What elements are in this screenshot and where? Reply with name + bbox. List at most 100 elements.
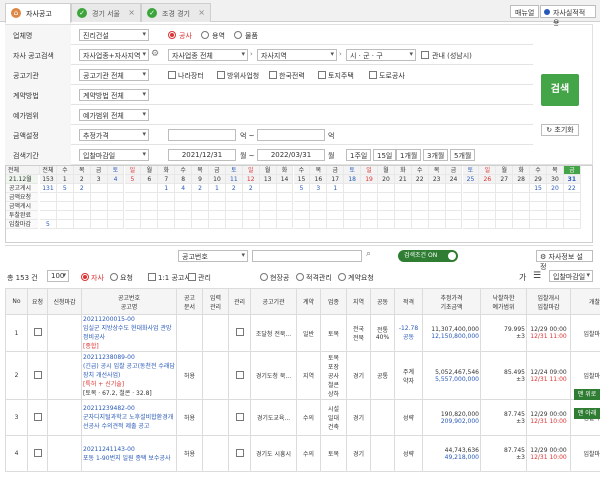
calendar-cell[interactable] — [310, 202, 328, 211]
calendar-cell[interactable] — [225, 220, 243, 229]
calendar-date[interactable]: 7 — [158, 175, 176, 184]
reset-button[interactable]: ↻ 초기화 — [541, 124, 579, 136]
calendar-cell[interactable] — [344, 202, 362, 211]
calendar-cell[interactable] — [107, 193, 125, 202]
calendar-cell[interactable]: 15 — [530, 184, 547, 193]
radio-construction[interactable] — [168, 31, 176, 39]
calendar-cell[interactable] — [361, 211, 378, 220]
row-manage-checkbox[interactable] — [235, 328, 244, 336]
calendar-cell[interactable] — [107, 184, 125, 193]
calendar-cell[interactable] — [479, 193, 497, 202]
calendar-date[interactable]: 26 — [479, 175, 497, 184]
calendar-date[interactable]: 19 — [361, 175, 378, 184]
calendar-cell[interactable] — [563, 202, 581, 211]
calendar-date[interactable]: 27 — [496, 175, 514, 184]
calendar-date[interactable]: 4 — [107, 175, 125, 184]
calendar-cell[interactable] — [394, 202, 412, 211]
period-5month-button[interactable]: 5개월 — [450, 149, 476, 161]
local-checkbox[interactable] — [421, 51, 429, 59]
calendar-cell[interactable] — [547, 211, 564, 220]
calendar-cell[interactable] — [462, 202, 480, 211]
calendar-cell[interactable] — [175, 211, 193, 220]
calendar-cell[interactable] — [192, 220, 209, 229]
calendar-cell[interactable] — [496, 211, 514, 220]
calendar-cell[interactable] — [361, 193, 378, 202]
calendar-cell[interactable] — [411, 220, 429, 229]
calendar-date[interactable]: 153 — [40, 175, 57, 184]
calendar-cell[interactable] — [394, 211, 412, 220]
calendar-cell[interactable] — [276, 193, 294, 202]
calendar-cell[interactable]: 22 — [563, 184, 581, 193]
calendar-cell[interactable] — [445, 193, 463, 202]
notice-title-link[interactable]: 임실군 지방상수도 현대화사업 관망정비공사 — [83, 323, 175, 341]
calendar-cell[interactable] — [276, 202, 294, 211]
calendar-cell[interactable] — [242, 202, 260, 211]
calendar-cell[interactable] — [513, 211, 531, 220]
radio-service[interactable] — [201, 31, 209, 39]
calendar-row-total[interactable]: 5 — [40, 220, 57, 229]
calendar-date[interactable]: 3 — [90, 175, 108, 184]
gear-icon[interactable]: ⚙ — [151, 49, 159, 59]
agency-check[interactable] — [269, 71, 277, 79]
calendar-cell[interactable] — [547, 193, 564, 202]
calendar-cell[interactable] — [445, 202, 463, 211]
calendar-cell[interactable] — [225, 202, 243, 211]
performance-button[interactable]: 자사실적적용 — [540, 5, 596, 27]
calendar-cell[interactable] — [462, 211, 480, 220]
calendar-cell[interactable] — [513, 184, 531, 193]
calendar-row-total[interactable]: 131 — [40, 184, 57, 193]
calendar-cell[interactable] — [175, 193, 193, 202]
row-manage-checkbox[interactable] — [235, 448, 244, 457]
company-info-settings-button[interactable]: ⚙ 자사정보 설정 — [536, 250, 593, 271]
radio-site[interactable] — [260, 273, 268, 281]
calendar-cell[interactable] — [158, 211, 176, 220]
calendar-cell[interactable] — [259, 193, 277, 202]
calendar-cell[interactable] — [327, 211, 345, 220]
calendar-cell[interactable] — [344, 193, 362, 202]
calendar-cell[interactable] — [107, 211, 125, 220]
calendar-cell[interactable] — [242, 193, 260, 202]
calendar-cell[interactable] — [445, 211, 463, 220]
calendar-cell[interactable] — [158, 193, 176, 202]
search-condition-toggle[interactable]: 검색조건 ON — [398, 250, 458, 262]
calendar-cell[interactable] — [428, 202, 446, 211]
calendar-cell[interactable] — [428, 193, 446, 202]
district-select[interactable]: 시 · 군 · 구 — [346, 49, 416, 61]
calendar-cell[interactable] — [73, 202, 91, 211]
calendar-cell[interactable] — [209, 220, 226, 229]
calendar-cell[interactable] — [107, 202, 125, 211]
period-15day-button[interactable]: 15일 — [373, 149, 397, 161]
calendar-cell[interactable] — [259, 220, 277, 229]
calendar-cell[interactable] — [361, 184, 378, 193]
calendar-cell[interactable] — [563, 211, 581, 220]
radio-request[interactable] — [110, 273, 118, 281]
calendar-cell[interactable] — [327, 193, 345, 202]
close-icon[interactable]: × — [128, 8, 135, 17]
calendar-cell[interactable] — [530, 220, 547, 229]
calendar-cell[interactable] — [259, 202, 277, 211]
calendar-cell[interactable] — [141, 202, 159, 211]
tab-gyeonggi-seoul[interactable]: ✓ 경기 서울 × — [71, 3, 141, 22]
notice-title-link[interactable]: 포동 1-90번지 일원 종택 보수공사 — [83, 453, 175, 462]
calendar-cell[interactable] — [56, 220, 74, 229]
table-row[interactable]: 1 20211200015-00 임실군 지방상수도 현대화사업 관망정비공사 [종합… — [5, 314, 600, 352]
calendar-cell[interactable]: 1 — [327, 184, 345, 193]
calendar-cell[interactable] — [175, 220, 193, 229]
calendar-date[interactable]: 22 — [411, 175, 429, 184]
calendar-cell[interactable]: 5 — [293, 184, 311, 193]
calendar-cell[interactable] — [56, 193, 74, 202]
calendar-cell[interactable] — [158, 202, 176, 211]
calendar-date[interactable]: 6 — [141, 175, 159, 184]
company-select[interactable]: 진리건설 — [79, 29, 149, 41]
calendar-cell[interactable] — [327, 220, 345, 229]
calendar-date[interactable]: 28 — [513, 175, 531, 184]
calendar-date[interactable]: 10 — [209, 175, 226, 184]
calendar-cell[interactable] — [276, 220, 294, 229]
period-select[interactable]: 입찰마감일 — [79, 149, 149, 161]
calendar-cell[interactable] — [124, 202, 142, 211]
calendar-date[interactable]: 5 — [124, 175, 142, 184]
calendar-cell[interactable]: 1 — [158, 184, 176, 193]
calendar-cell[interactable] — [479, 220, 497, 229]
scroll-top-button[interactable]: 맨 위로 — [574, 389, 600, 400]
calendar-cell[interactable] — [496, 202, 514, 211]
